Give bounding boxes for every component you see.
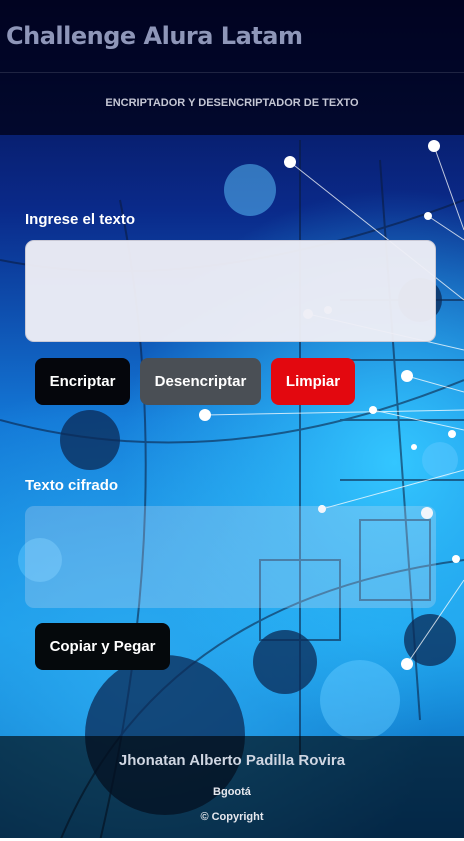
author-city: Bgootá (213, 786, 251, 798)
output-label: Texto cifrado (25, 477, 119, 494)
clear-button[interactable]: Limpiar (271, 358, 355, 405)
input-label: Ingrese el texto (25, 211, 136, 228)
copyright-text: © Copyright (200, 811, 264, 823)
page-subtitle: ENCRIPTADOR Y DESENCRIPTADOR DE TEXTO (105, 97, 359, 109)
app-footer: Jhonatan Alberto Padilla Rovira Bgootá ©… (0, 736, 464, 838)
encrypt-button[interactable]: Encriptar (35, 358, 130, 405)
cipher-text-output[interactable] (25, 506, 436, 608)
app-header: Challenge Alura Latam ENCRIPTADOR Y DESE… (0, 0, 464, 135)
header-divider (0, 72, 464, 73)
decrypt-button[interactable]: Desencriptar (140, 358, 261, 405)
copy-paste-button[interactable]: Copiar y Pegar (35, 623, 170, 670)
brand-title: Challenge Alura Latam (6, 22, 303, 50)
author-name: Jhonatan Alberto Padilla Rovira (118, 752, 346, 769)
plain-text-input[interactable] (25, 240, 436, 342)
